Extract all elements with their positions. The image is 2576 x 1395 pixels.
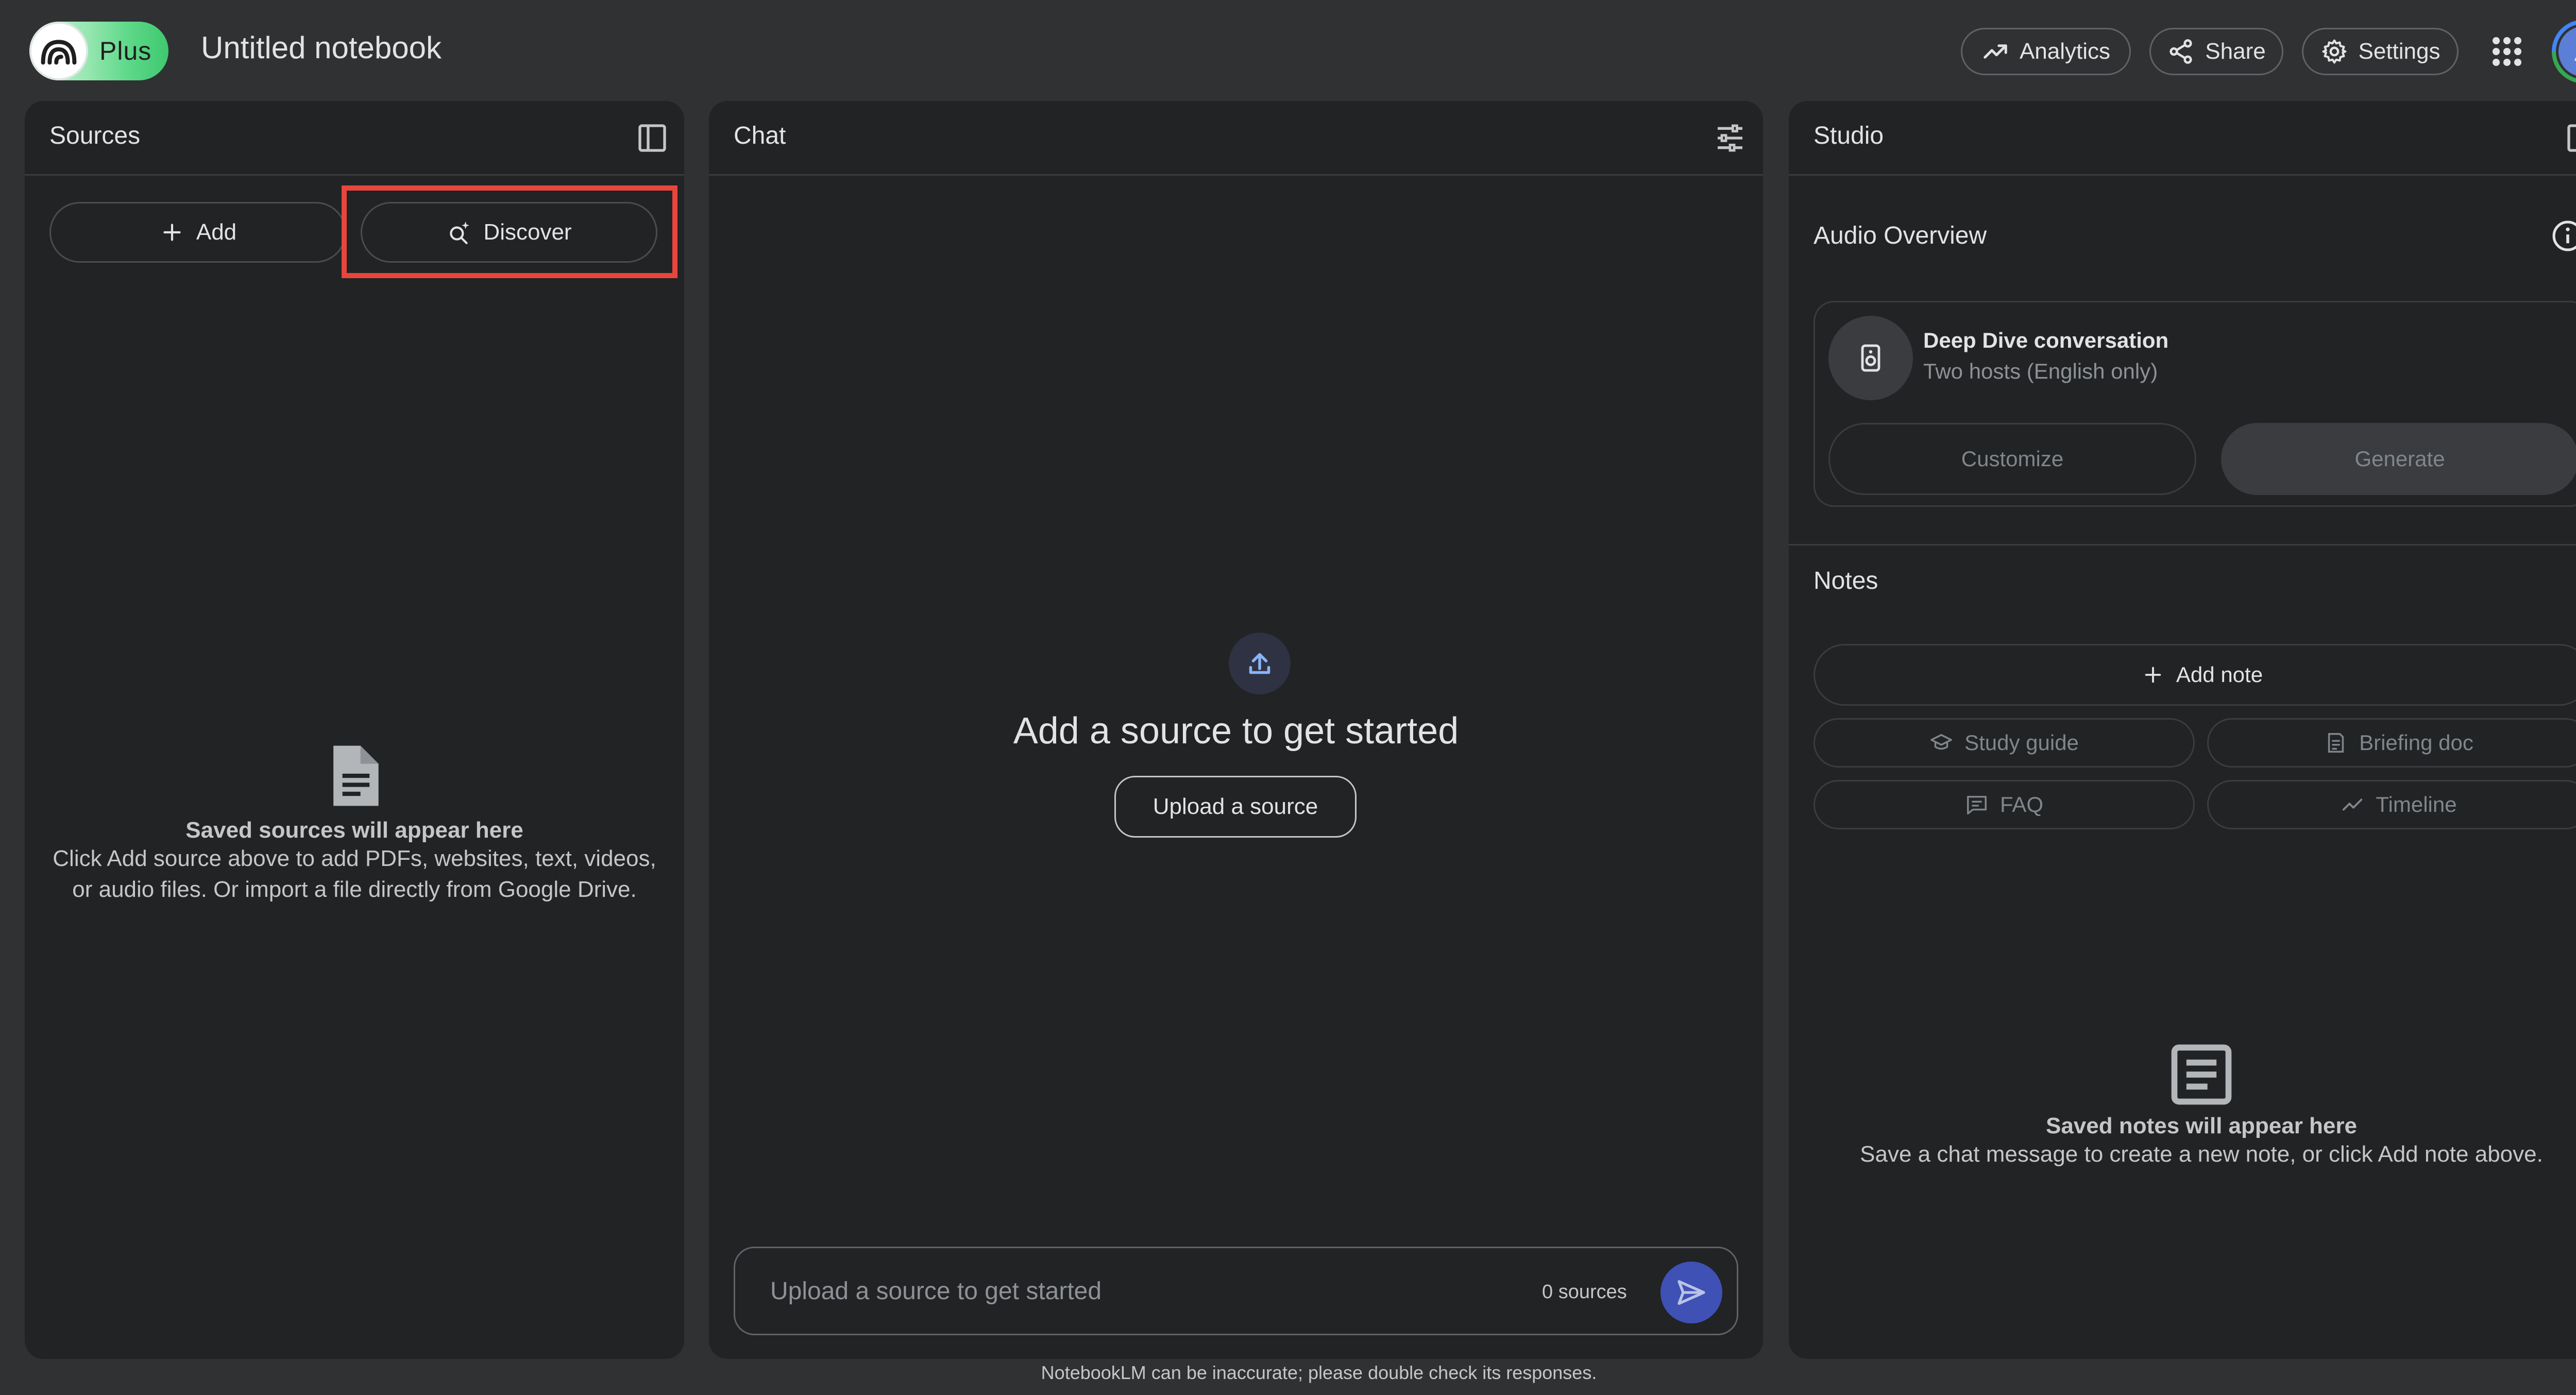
chat-panel: Chat Add a source to get started Upload … bbox=[709, 101, 1763, 1359]
timeline-icon bbox=[2343, 798, 2363, 811]
add-note-button[interactable]: Add note bbox=[1814, 644, 2576, 706]
settings-label: Settings bbox=[2358, 39, 2441, 64]
document-icon bbox=[333, 745, 379, 806]
gear-icon bbox=[2322, 39, 2346, 64]
share-icon bbox=[2170, 39, 2192, 64]
analytics-button[interactable]: Analytics bbox=[1961, 28, 2131, 75]
notes-empty-title: Saved notes will appear here bbox=[2045, 1113, 2357, 1138]
send-button[interactable] bbox=[1660, 1262, 1722, 1323]
notes-empty-text: Save a chat message to create a new note… bbox=[1860, 1142, 2543, 1167]
audio-overview-card: Deep Dive conversation Two hosts (Englis… bbox=[1814, 301, 2576, 507]
notes-empty-state: Saved notes will appear here Save a chat… bbox=[1789, 1039, 2576, 1170]
audio-overview-title: Audio Overview bbox=[1814, 222, 1987, 249]
upload-source-button[interactable]: Upload a source bbox=[1114, 776, 1357, 838]
footer-disclaimer: NotebookLM can be inaccurate; please dou… bbox=[1041, 1362, 1597, 1383]
trending-up-icon bbox=[1984, 44, 2007, 59]
sources-title: Sources bbox=[49, 122, 141, 149]
sources-empty-state: Saved sources will appear here Click Add… bbox=[25, 740, 684, 905]
send-icon bbox=[1677, 1280, 1705, 1305]
add-label: Add bbox=[196, 219, 237, 245]
study-guide-button[interactable]: Study guide bbox=[1814, 718, 2195, 768]
upload-icon bbox=[1229, 633, 1291, 694]
plus-icon bbox=[163, 224, 181, 241]
share-label: Share bbox=[2205, 39, 2266, 64]
speaker-icon bbox=[1828, 316, 1913, 400]
discover-highlight-box bbox=[342, 185, 677, 278]
notebook-title[interactable]: Untitled notebook bbox=[201, 30, 442, 65]
sources-empty-line1: Click Add source above to add PDFs, webs… bbox=[53, 846, 656, 871]
chat-title: Chat bbox=[734, 122, 786, 149]
note-icon bbox=[2171, 1044, 2232, 1105]
info-icon[interactable] bbox=[2550, 218, 2576, 253]
chat-empty-heading: Add a source to get started bbox=[1013, 710, 1459, 752]
plus-icon bbox=[2145, 667, 2161, 683]
studio-title: Studio bbox=[1814, 122, 1884, 149]
study-guide-label: Study guide bbox=[1964, 730, 2079, 755]
customize-button[interactable]: Customize bbox=[1828, 423, 2196, 495]
briefing-doc-button[interactable]: Briefing doc bbox=[2207, 718, 2576, 768]
studio-divider bbox=[1789, 544, 2576, 546]
faq-button[interactable]: FAQ bbox=[1814, 780, 2195, 829]
add-source-button[interactable]: Add bbox=[49, 202, 346, 263]
collapse-studio-icon[interactable] bbox=[2565, 122, 2576, 155]
add-note-label: Add note bbox=[2176, 662, 2263, 687]
faq-label: FAQ bbox=[1999, 792, 2044, 816]
notes-title: Notes bbox=[1814, 567, 1878, 594]
account-avatar[interactable]: A bbox=[2552, 20, 2576, 83]
sources-count: 0 sources bbox=[1542, 1281, 1627, 1303]
faq-chat-icon bbox=[1967, 795, 1987, 814]
sources-empty-line2: or audio files. Or import a file directl… bbox=[72, 877, 637, 902]
sources-header: Sources bbox=[25, 101, 684, 176]
notebooklm-logo-icon bbox=[29, 22, 88, 80]
chat-input[interactable]: Upload a source to get started 0 sources bbox=[734, 1247, 1738, 1335]
plus-badge: Plus bbox=[99, 37, 152, 65]
chat-input-placeholder: Upload a source to get started bbox=[770, 1278, 1102, 1305]
briefing-doc-label: Briefing doc bbox=[2359, 730, 2473, 755]
sources-empty-title: Saved sources will appear here bbox=[185, 818, 523, 843]
studio-header: Studio bbox=[1789, 101, 2576, 176]
app-logo[interactable]: Plus bbox=[29, 22, 168, 80]
avatar-letter: A bbox=[2556, 24, 2576, 79]
chat-settings-tune-icon[interactable] bbox=[1714, 122, 1747, 155]
timeline-button[interactable]: Timeline bbox=[2207, 780, 2576, 829]
share-button[interactable]: Share bbox=[2149, 28, 2283, 75]
audio-card-title: Deep Dive conversation bbox=[1923, 328, 2169, 352]
collapse-panel-icon[interactable] bbox=[636, 122, 669, 155]
google-apps-icon[interactable] bbox=[2493, 37, 2521, 66]
settings-button[interactable]: Settings bbox=[2302, 28, 2459, 75]
graduation-cap-icon bbox=[1930, 734, 1952, 750]
briefing-doc-icon bbox=[2328, 733, 2344, 753]
studio-panel: Studio Audio Overview Deep Dive conversa… bbox=[1789, 101, 2576, 1359]
analytics-label: Analytics bbox=[2019, 39, 2111, 64]
generate-button[interactable]: Generate bbox=[2221, 423, 2576, 495]
top-bar: Plus Untitled notebook Analytics Share S… bbox=[0, 0, 2576, 101]
audio-card-subtitle: Two hosts (English only) bbox=[1923, 359, 2158, 383]
timeline-label: Timeline bbox=[2376, 792, 2457, 816]
chat-header: Chat bbox=[709, 101, 1763, 176]
sources-panel: Sources Add Discover Saved sources will … bbox=[25, 101, 684, 1359]
